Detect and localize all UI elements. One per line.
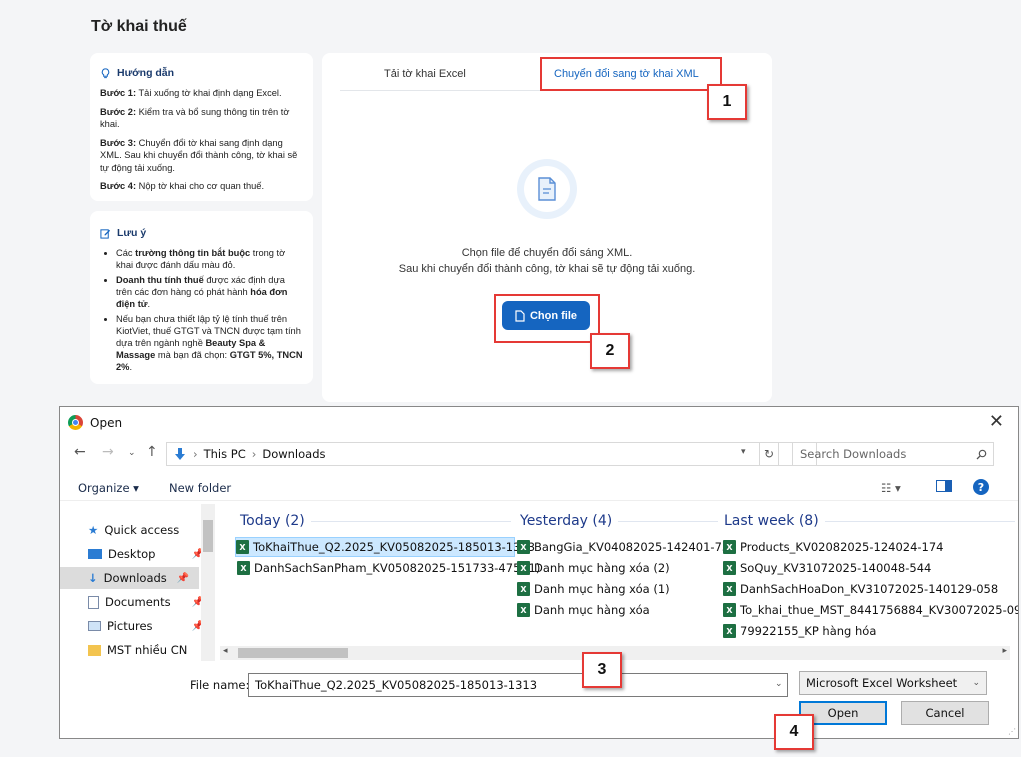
excel-icon: X (236, 540, 249, 554)
description-line-1: Chọn file để chuyển đổi sáng XML. (461, 247, 633, 259)
guide-heading: Hướng dẫn (100, 67, 303, 79)
description-line-2: Sau khi chuyển đổi thành công, tờ khai s… (398, 263, 696, 275)
guide-step: Bước 2: Kiểm tra và bổ sung thông tin tr… (100, 106, 290, 130)
resize-grip-icon[interactable]: ⋰ (1008, 727, 1016, 736)
address-bar[interactable]: › This PC › Downloads (166, 442, 817, 466)
nav-documents[interactable]: Documents 📌 (88, 591, 214, 613)
file-item[interactable]: X DanhSachHoaDon_KV31072025-140129-058 (723, 579, 998, 599)
help-icon[interactable]: ? (973, 479, 989, 495)
scroll-left-icon[interactable]: ◂ (223, 646, 228, 656)
close-icon[interactable]: ✕ (989, 411, 1004, 432)
excel-icon: X (723, 582, 736, 596)
note-card: Lưu ý Các trường thông tin bắt buộc tron… (90, 211, 313, 384)
nav-scrollbar[interactable] (201, 504, 215, 661)
group-yesterday: Yesterday (4) (520, 513, 719, 529)
desktop-icon (88, 549, 102, 559)
preview-pane-icon[interactable] (936, 480, 952, 495)
page-title: Tờ khai thuế (91, 18, 187, 35)
file-item[interactable]: X Danh mục hàng xóa (2) (517, 558, 670, 578)
excel-icon: X (517, 582, 530, 596)
document-icon (88, 595, 99, 609)
group-last-week: Last week (8) (724, 513, 1015, 529)
note-heading: Lưu ý (100, 227, 303, 239)
file-type-select[interactable]: Microsoft Excel Worksheet ⌄ (799, 671, 987, 695)
search-input[interactable]: Search Downloads (792, 442, 994, 466)
search-icon (976, 449, 987, 459)
file-list: Today (2) Yesterday (4) Last week (8) XT… (220, 507, 1018, 647)
guide-step: Bước 1: Tải xuống tờ khai định dạng Exce… (100, 88, 282, 98)
download-arrow-icon (175, 448, 185, 460)
file-item[interactable]: X SoQuy_KV31072025-140048-544 (723, 558, 931, 578)
address-dropdown-icon[interactable]: ▾ (741, 447, 746, 457)
pin-icon: 📌 (176, 572, 189, 584)
callout-4: 4 (774, 714, 814, 750)
excel-icon: X (517, 561, 530, 575)
file-illustration (517, 159, 577, 219)
recent-chevron-icon[interactable]: ⌄ (128, 448, 136, 458)
dialog-toolbar: Organize ▾ New folder ☷ ▾ ? (60, 473, 1018, 501)
file-name-dropdown-icon[interactable]: ⌄ (775, 679, 783, 689)
note-item: Doanh thu tính thuế được xác định dựa tr… (116, 274, 303, 310)
forward-arrow-icon[interactable]: → (102, 444, 114, 460)
excel-icon: X (517, 603, 530, 617)
file-name-label: File name: (190, 678, 250, 692)
file-item[interactable]: X Danh mục hàng xóa (1) (517, 579, 670, 599)
nav-desktop[interactable]: Desktop 📌 (88, 543, 214, 565)
excel-icon: X (723, 561, 736, 575)
convert-card: Tải tờ khai Excel Chuyển đổi sang tờ kha… (322, 53, 772, 402)
file-item[interactable]: X To_khai_thue_MST_8441756884_KV30072025-… (723, 600, 1018, 620)
dialog-title-bar: Open (68, 415, 122, 430)
back-arrow-icon[interactable]: ← (74, 444, 86, 460)
group-today: Today (2) (240, 513, 511, 529)
callout-3: 3 (582, 652, 622, 688)
edit-icon (100, 228, 111, 239)
nav-pictures[interactable]: Pictures 📌 (88, 615, 214, 637)
file-name-input[interactable]: ToKhaiThue_Q2.2025_KV05082025-185013-131… (248, 673, 788, 697)
excel-icon: X (723, 603, 736, 617)
folder-icon (88, 644, 101, 656)
star-icon: ★ (88, 523, 99, 537)
navigation-pane: ★ Quick access Desktop 📌 ↓ Downloads 📌 Docum… (60, 504, 215, 664)
file-item[interactable]: X Products_KV02082025-124024-174 (723, 537, 944, 557)
refresh-icon[interactable]: ↻ (759, 442, 779, 466)
picture-icon (88, 621, 101, 631)
callout-1: 1 (707, 84, 747, 120)
guide-step: Bước 3: Chuyển đổi tờ khai sang định dạn… (100, 137, 298, 173)
file-item[interactable]: X BangGia_KV04082025-142401-756 (517, 537, 737, 557)
highlight-choose-file (494, 294, 600, 343)
breadcrumb-downloads[interactable]: Downloads (262, 447, 325, 461)
highlight-xml-tab (540, 57, 722, 91)
file-item[interactable]: X 79922155_KP hàng hóa (723, 621, 876, 641)
chevron-down-icon: ⌄ (972, 678, 980, 688)
cancel-button[interactable]: Cancel (901, 701, 989, 725)
view-options-icon[interactable]: ☷ ▾ (881, 481, 901, 495)
open-dialog: Open ✕ ← → ⌄ ↑ › This PC › Downloads ▾ ↻… (59, 406, 1019, 739)
nav-quick-access[interactable]: ★ Quick access (88, 519, 214, 541)
new-folder-button[interactable]: New folder (169, 481, 231, 495)
breadcrumb-this-pc[interactable]: This PC (204, 447, 246, 461)
lightbulb-icon (101, 67, 110, 78)
organize-menu[interactable]: Organize ▾ (78, 481, 139, 495)
nav-mst-folder[interactable]: MST nhiều CN (88, 639, 214, 661)
excel-icon: X (237, 561, 250, 575)
note-item: Nếu bạn chưa thiết lập tỷ lệ tính thuế t… (116, 313, 303, 373)
scroll-right-icon[interactable]: ▸ (1002, 646, 1007, 656)
excel-icon: X (723, 624, 736, 638)
excel-icon: X (723, 540, 736, 554)
file-item[interactable]: X ToKhaiThue_Q2.2025_KV05082025-185013-13… (235, 537, 535, 557)
download-icon: ↓ (88, 571, 98, 585)
tab-excel[interactable]: Tải tờ khai Excel (384, 68, 466, 80)
guide-card: Hướng dẫn Bước 1: Tải xuống tờ khai định… (90, 53, 313, 201)
nav-downloads[interactable]: ↓ Downloads 📌 (60, 567, 199, 589)
chrome-icon (68, 415, 83, 430)
file-icon (538, 177, 556, 201)
file-item[interactable]: X Danh mục hàng xóa (517, 600, 650, 620)
up-arrow-icon[interactable]: ↑ (146, 444, 158, 460)
guide-step: Bước 4: Nộp tờ khai cho cơ quan thuế. (100, 181, 265, 191)
excel-icon: X (517, 540, 530, 554)
file-item[interactable]: X DanhSachSanPham_KV05082025-151733-475 (… (237, 558, 540, 578)
note-item: Các trường thông tin bắt buộc trong tờ k… (116, 247, 303, 271)
callout-2: 2 (590, 333, 630, 369)
